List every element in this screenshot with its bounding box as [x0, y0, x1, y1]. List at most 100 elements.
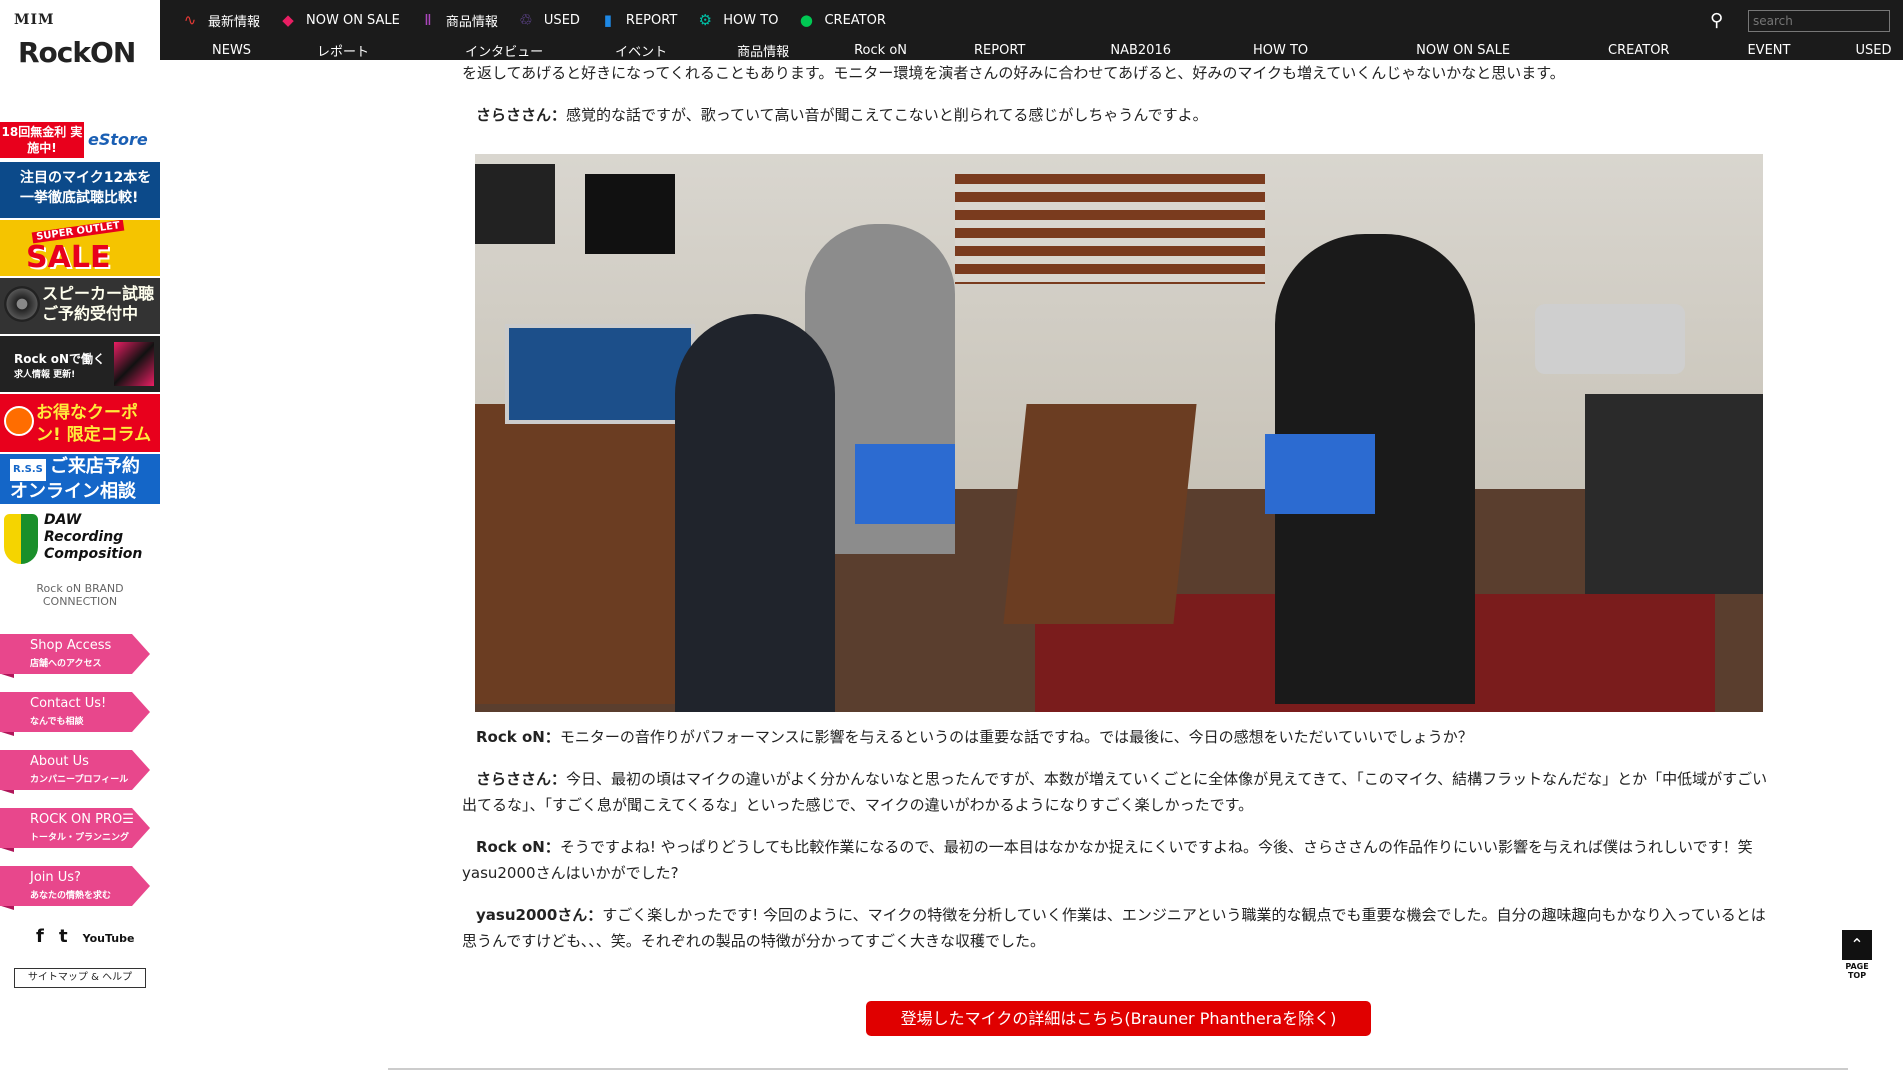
photo-laptop — [855, 444, 955, 524]
facebook-icon[interactable]: f — [36, 926, 44, 947]
subnav-item[interactable]: NAB2016 — [1110, 43, 1171, 58]
page-top-label: PAGE TOP — [1845, 962, 1869, 980]
contact-title: Contact Us! — [30, 696, 107, 711]
bubble-icon: ● — [799, 11, 813, 29]
speaker-icon — [4, 286, 40, 322]
banner-daw[interactable]: DAW Recording Composition — [0, 510, 160, 568]
social-links: f t YouTube — [36, 926, 146, 950]
secondary-nav: NEWS レポート インタビュー イベント 商品情報 Rock oN REPORT NAB20… — [212, 40, 1891, 60]
recycle-icon: ♲ — [519, 11, 533, 29]
paragraph-text: そうですよね! やっぱりどうしても比較作業になるので、最初の一本目はなかなか捉え… — [462, 838, 1753, 882]
subnav-item[interactable]: Rock oN — [854, 43, 907, 58]
mascot-icon — [4, 406, 34, 436]
subnav-item[interactable]: イベント — [615, 41, 667, 60]
banner-speaker-reservation[interactable]: スピーカー試聴 ご予約受付中 — [0, 278, 160, 334]
contact-sub: なんでも相談 — [30, 717, 84, 727]
bars-icon: Ⅱ — [424, 11, 432, 29]
nav-item-how-to[interactable]: ⚙ HOW TO — [695, 10, 779, 30]
join-us-title: Join Us? — [30, 870, 81, 885]
subnav-item[interactable]: REPORT — [974, 43, 1025, 58]
contact-button[interactable]: Contact Us! なんでも相談 — [0, 688, 150, 736]
article-paragraph: yasu2000さん：すごく楽しかったです! 今回のように、マイクの特徴を分析し… — [462, 902, 1780, 954]
twitter-icon[interactable]: t — [59, 926, 68, 947]
banner-jobs-main: Rock oNで働く — [14, 352, 106, 366]
subnav-item[interactable]: レポート — [317, 41, 369, 60]
rock-on-pro-sub: トータル・プランニング — [30, 833, 130, 843]
photo-table — [1003, 404, 1197, 624]
speaker-name: さらささん： — [476, 770, 567, 788]
subnav-item[interactable]: 商品情報 — [737, 41, 789, 60]
rock-on-pro-button[interactable]: ROCK ON PRO☰ トータル・プランニング — [0, 804, 150, 852]
banner-estore-logo: eStore — [88, 130, 148, 149]
nav-item-creator[interactable]: ● CREATOR — [796, 10, 886, 30]
tag-icon: ◆ — [282, 11, 294, 29]
search-icon[interactable]: ⚲ — [1710, 10, 1732, 32]
sidebar: MIM RockON 18回無金利 実施中! eStore 注目のマイク12本を… — [0, 0, 160, 1079]
speaker-name: Rock oN： — [476, 838, 560, 856]
rss-icon: R.S.S — [10, 459, 46, 481]
shop-access-sub: 店舗へのアクセス — [30, 659, 102, 669]
mic-details-button[interactable]: 登場したマイクの詳細はこちら(Brauner Phantheraを除く) — [866, 1001, 1371, 1036]
subnav-item[interactable]: NEWS — [212, 43, 251, 58]
paragraph-text: を返してあげると好きになってくれることもあります。モニター環境を演者さんの好みに… — [462, 64, 1565, 82]
sitemap-help-link[interactable]: サイトマップ & ヘルプ — [14, 968, 146, 988]
nav-item-最新情報[interactable]: ∿ 最新情報 — [180, 10, 260, 30]
join-us-button[interactable]: Join Us? あなたの情熱を求む — [0, 862, 150, 910]
rockon-logo[interactable]: MIM RockON — [10, 8, 150, 88]
photo-sofa — [1585, 394, 1763, 594]
banner-outlet-sale[interactable]: SUPER OUTLET SALE — [0, 220, 160, 276]
speaker-name: さらささん： — [476, 106, 567, 124]
paragraph-text: モニターの音作りがパフォーマンスに影響を与えるというのは重要な話ですね。では最後… — [559, 728, 1473, 746]
article-body-continued: Rock oN：モニターの音作りがパフォーマンスに影響を与えるというのは重要な話… — [462, 724, 1780, 970]
article-paragraph: を返してあげると好きになってくれることもあります。モニター環境を演者さんの好みに… — [462, 60, 1780, 86]
rock-on-pro-title: ROCK ON PRO☰ — [30, 812, 134, 827]
banner-daw-text: DAW Recording Composition — [44, 512, 143, 562]
speaker-name: yasu2000さん： — [476, 906, 603, 924]
divider — [388, 1068, 1848, 1070]
youtube-icon[interactable]: YouTube — [83, 932, 135, 945]
nav-item-label: USED — [543, 12, 580, 28]
nav-item-label: NOW ON SALE — [306, 12, 400, 28]
nav-item-used[interactable]: ♲ USED — [516, 10, 580, 30]
photo-speaker — [475, 164, 555, 244]
banner-shop-reservation[interactable]: R.S.S ご来店予約 オンライン相談 — [0, 454, 160, 504]
search-input[interactable] — [1748, 10, 1890, 32]
photo-laptop — [1265, 434, 1375, 514]
nav-item-label: CREATOR — [824, 12, 886, 28]
nav-item-label: REPORT — [625, 12, 678, 28]
banner-estore-promo: 18回無金利 実施中! — [0, 122, 84, 158]
banner-speaker-text: スピーカー試聴 ご予約受付中 — [42, 284, 155, 323]
nav-item-label: 商品情報 — [445, 14, 498, 30]
banner-brand-connection[interactable]: Rock oN BRAND CONNECTION — [0, 580, 160, 616]
banner-sale-main: SALE — [26, 240, 111, 275]
subnav-item[interactable]: EVENT — [1747, 43, 1790, 58]
shop-access-button[interactable]: Shop Access 店舗へのアクセス — [0, 630, 150, 678]
photo-monitor — [505, 324, 695, 424]
article-paragraph: Rock oN：モニターの音作りがパフォーマンスに影響を与えるというのは重要な話… — [462, 724, 1780, 750]
subnav-item[interactable]: NOW ON SALE — [1416, 43, 1510, 58]
banner-estore[interactable]: 18回無金利 実施中! eStore — [0, 120, 160, 160]
article-paragraph: Rock oN：そうですよね! やっぱりどうしても比較作業になるので、最初の一本… — [462, 834, 1780, 886]
article-paragraph: さらささん：今日、最初の頃はマイクの違いがよく分かんないなと思ったんですが、本数… — [462, 766, 1780, 818]
mim-logo-text: MIM — [14, 12, 55, 28]
about-button[interactable]: About Us カンパニープロフィール — [0, 746, 150, 794]
about-title: About Us — [30, 754, 89, 769]
photo-wood-slats — [955, 174, 1265, 284]
banner-jobs[interactable]: Rock oNで働く 求人情報 更新! — [0, 336, 160, 392]
subnav-item[interactable]: インタビュー — [465, 41, 543, 60]
subnav-item[interactable]: HOW TO — [1253, 43, 1308, 58]
nav-item-now-on-sale[interactable]: ◆ NOW ON SALE — [278, 10, 400, 30]
nav-item-商品情報[interactable]: Ⅱ 商品情報 — [418, 10, 498, 30]
subnav-item[interactable]: CREATOR — [1608, 43, 1669, 58]
banner-coupon[interactable]: お得なクーポン! 限定コラム — [0, 394, 160, 452]
subnav-item[interactable]: USED — [1855, 43, 1891, 58]
join-us-sub: あなたの情熱を求む — [30, 891, 112, 901]
photo-speaker — [585, 174, 675, 254]
banner-mic-comparison[interactable]: 注目のマイク12本を 一挙徹底試聴比較! — [0, 162, 160, 218]
speaker-name: Rock oN： — [476, 728, 560, 746]
about-sub: カンパニープロフィール — [30, 775, 129, 785]
nav-item-label: HOW TO — [723, 12, 779, 28]
page-top-button[interactable]: ⌃ PAGE TOP — [1842, 930, 1872, 982]
nav-item-report[interactable]: ▮ REPORT — [598, 10, 678, 30]
jobs-image — [114, 342, 154, 386]
